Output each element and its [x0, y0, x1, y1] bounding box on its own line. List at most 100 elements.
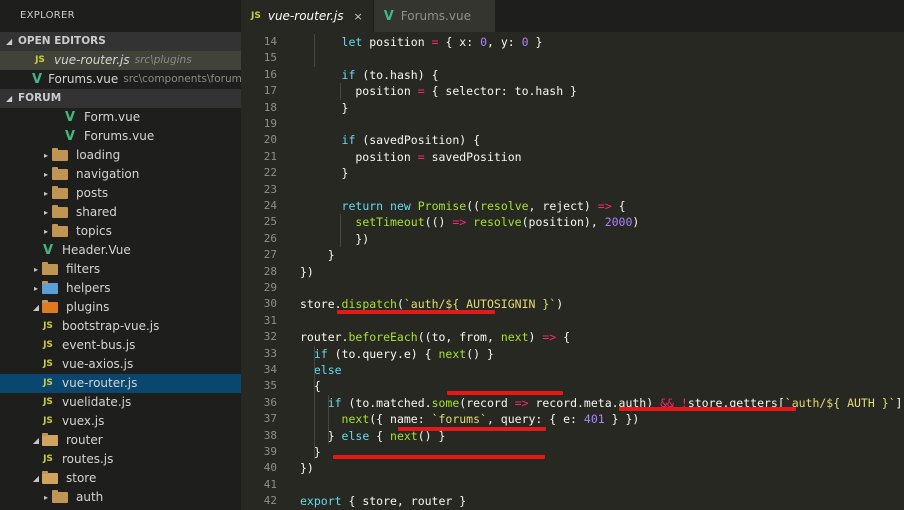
line-number: 14 — [263, 35, 277, 48]
line-number: 16 — [263, 67, 277, 81]
tree-item-plugins[interactable]: ◢ plugins — [0, 298, 241, 317]
line-number: 38 — [263, 428, 277, 442]
code-line: else — [313, 363, 342, 377]
tree-item-event-bus-js[interactable]: JS event-bus.js — [0, 336, 241, 355]
tree-item-bootstrap-vue-js[interactable]: JS bootstrap-vue.js — [0, 317, 241, 336]
tree-item-label: Forums.vue — [84, 129, 155, 143]
close-icon[interactable]: × — [353, 10, 362, 23]
tree-item-label: filters — [66, 262, 101, 276]
tree-item-form-vue[interactable]: V Form.vue — [0, 108, 241, 127]
tab-vue-router-js[interactable]: JS vue-router.js × — [241, 0, 374, 32]
chevron-right-icon: ▸ — [33, 265, 38, 274]
code-line: } — [300, 445, 321, 459]
code-line: position = savedPosition — [300, 149, 522, 164]
js-file-icon: JS — [43, 321, 53, 331]
chevron-down-icon: ◢ — [6, 37, 13, 46]
open-editors-section-header[interactable]: ◢ OPEN EDITORS — [0, 32, 241, 51]
line-number: 24 — [263, 199, 277, 212]
tree-item-router[interactable]: ◢ router — [0, 431, 241, 450]
tree-item-forums-vue[interactable]: V Forums.vue — [0, 127, 241, 146]
code-line: let position = { x: 0, y: 0 } — [341, 35, 543, 49]
tab-forums-vue[interactable]: V Forums.vue — [373, 0, 496, 32]
tree-item-topics[interactable]: ▸ topics — [0, 222, 241, 241]
chevron-right-icon: ▸ — [43, 170, 48, 179]
tree-item-label: router — [66, 433, 103, 447]
line-number: 22 — [263, 166, 277, 180]
folder-icon — [52, 490, 68, 503]
explorer-title: EXPLORER — [20, 10, 75, 21]
line-number: 18 — [263, 100, 277, 114]
tree-item-loading[interactable]: ▸ loading — [0, 146, 241, 165]
indent-guide — [314, 345, 315, 461]
vue-file-icon: V — [32, 72, 43, 87]
code-line: if (to.query.e) { next() } — [313, 346, 494, 361]
line-number: 30 — [263, 297, 277, 311]
tree-item-label: navigation — [76, 167, 140, 181]
chevron-down-icon: ◢ — [32, 474, 40, 483]
js-file-icon: JS — [35, 55, 45, 65]
code-line: }) — [300, 231, 370, 246]
tree-item-label: Header.Vue — [62, 243, 131, 257]
tree-item-auth[interactable]: ▸ auth — [0, 488, 241, 507]
tree-item-vue-router-js[interactable]: JS vue-router.js — [0, 374, 241, 393]
tree-item-vue-axios-js[interactable]: JS vue-axios.js — [0, 355, 241, 374]
tree-item-vuex-js[interactable]: JS vuex.js — [0, 412, 241, 431]
code-line: export { store, router } — [300, 494, 467, 509]
tree-item-store[interactable]: ◢ store — [0, 469, 241, 488]
tree-item-label: helpers — [66, 281, 111, 295]
open-editor-name: vue-router.js — [54, 53, 130, 67]
line-number: 39 — [263, 445, 277, 458]
line-number: 41 — [263, 477, 277, 491]
tree-item-filters[interactable]: ▸ filters — [0, 260, 241, 279]
line-number: 37 — [263, 412, 277, 426]
open-editor-name: Forums.vue — [48, 72, 119, 86]
tree-item-label: routes.js — [62, 452, 114, 466]
code-editor[interactable]: 14 15 16 17 18 19 20 21 22 23 24 25 26 27 28 29 30 31 32 33… — [241, 32, 904, 510]
tree-item-shared[interactable]: ▸ shared — [0, 203, 241, 222]
tree-item-posts[interactable]: ▸ posts — [0, 184, 241, 203]
tree-item-vuelidate-js[interactable]: JS vuelidate.js — [0, 393, 241, 412]
line-number: 19 — [263, 117, 277, 130]
chevron-right-icon: ▸ — [43, 151, 48, 160]
line-number: 34 — [263, 363, 277, 376]
js-file-icon: JS — [43, 397, 53, 407]
code-line: } — [300, 166, 349, 181]
chevron-down-icon: ◢ — [6, 94, 13, 103]
tree-item-header-vue[interactable]: V Header.Vue — [0, 241, 241, 260]
folder-icon — [42, 281, 58, 294]
line-number: 27 — [263, 248, 277, 262]
code-line: if (to.matched.some(record => record.met… — [327, 395, 904, 410]
folder-open-icon — [42, 433, 58, 446]
tab-label: vue-router.js — [267, 9, 344, 23]
explorer-sidebar: EXPLORER ◢ OPEN EDITORS JS vue-router.js… — [0, 0, 241, 510]
chevron-down-icon: ◢ — [32, 303, 40, 312]
js-file-icon: JS — [251, 11, 261, 21]
open-editor-item[interactable]: V Forums.vue src\components\forums — [0, 70, 241, 89]
tree-item-routes-js[interactable]: JS routes.js — [0, 450, 241, 469]
code-line: position = { selector: to.hash } — [300, 84, 577, 99]
tree-item-label: vuelidate.js — [62, 395, 132, 409]
chevron-right-icon: ▸ — [43, 189, 48, 198]
vue-file-icon: V — [383, 8, 394, 24]
code-line: router.beforeEach((to, from, next) => { — [300, 330, 571, 345]
code-line: } — [300, 248, 335, 263]
chevron-right-icon: ▸ — [43, 227, 48, 236]
tree-item-helpers[interactable]: ▸ helpers — [0, 279, 241, 298]
line-number: 33 — [263, 346, 277, 360]
js-file-icon: JS — [43, 378, 53, 388]
code-line: setTimeout(() => resolve(position), 2000… — [355, 215, 640, 230]
tree-item-navigation[interactable]: ▸ navigation — [0, 165, 241, 184]
folder-icon — [42, 262, 58, 275]
line-number: 36 — [263, 395, 277, 409]
line-number: 35 — [263, 379, 277, 393]
line-number: 26 — [263, 231, 277, 245]
chevron-right-icon: ▸ — [33, 284, 38, 293]
indent-guide — [340, 83, 341, 100]
forum-section-header[interactable]: ◢ FORUM — [0, 89, 241, 108]
js-file-icon: JS — [43, 359, 53, 369]
vue-file-icon: V — [64, 110, 76, 125]
open-editor-item[interactable]: JS vue-router.js src\plugins — [0, 51, 241, 70]
chevron-down-icon: ◢ — [32, 436, 40, 445]
vue-file-icon: V — [64, 129, 76, 144]
tree-item-label: auth — [76, 490, 104, 504]
